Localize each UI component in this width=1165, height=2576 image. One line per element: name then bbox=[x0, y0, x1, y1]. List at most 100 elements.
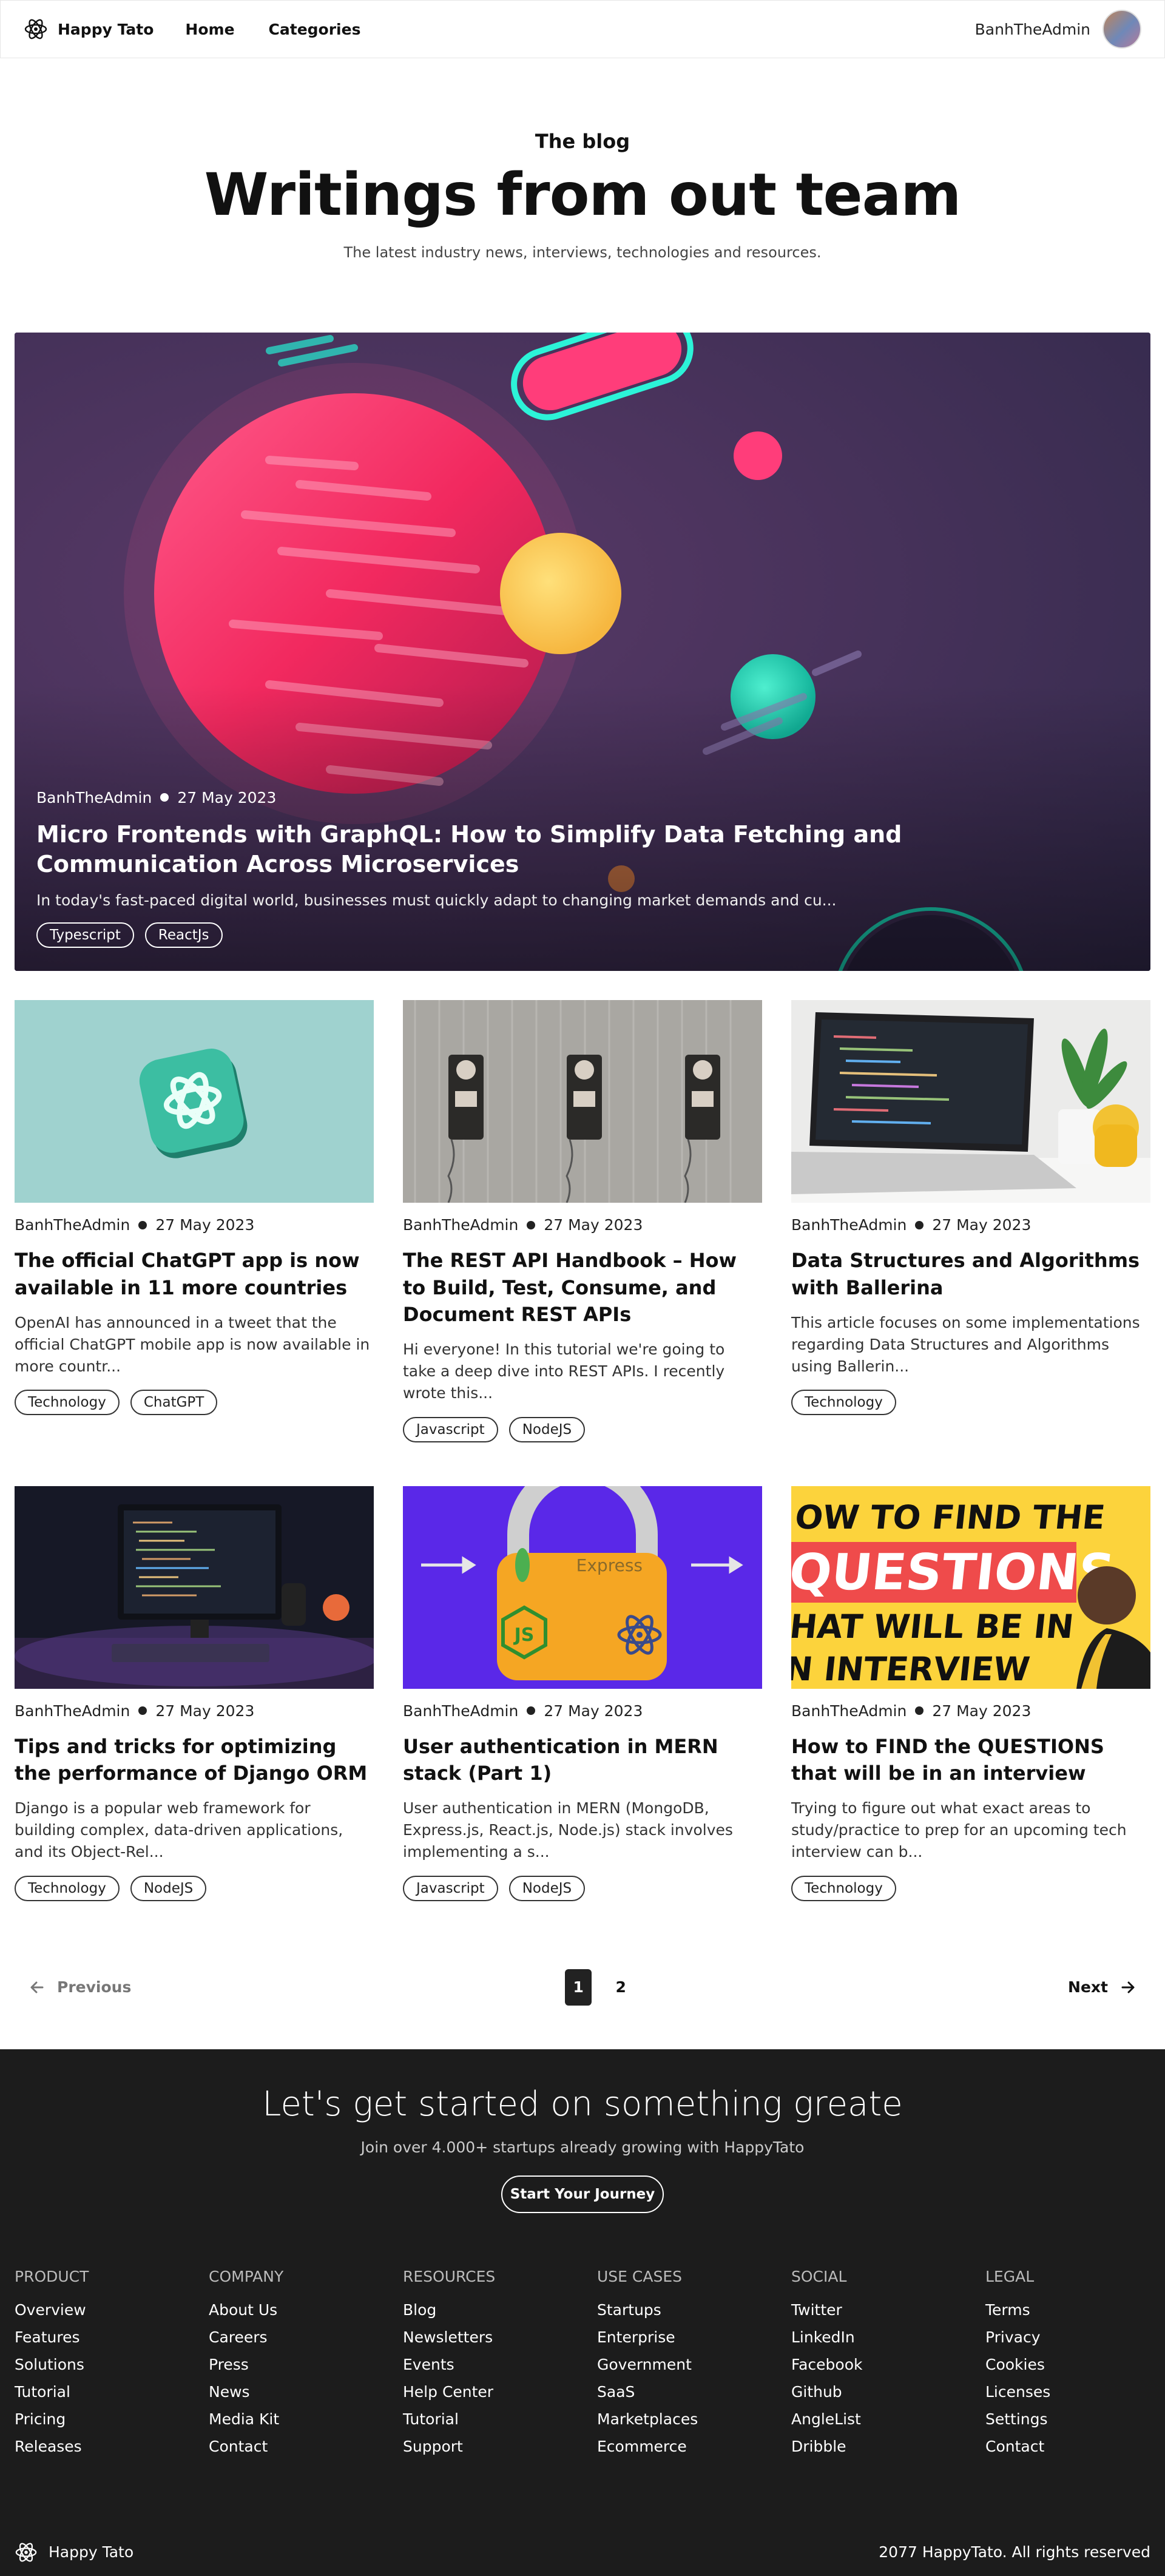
tag-nodejs[interactable]: NodeJS bbox=[508, 1416, 586, 1442]
tag-reactjs[interactable]: ReactJs bbox=[144, 922, 223, 948]
post-thumbnail[interactable] bbox=[15, 1486, 374, 1689]
footer-link-support[interactable]: Support bbox=[403, 2433, 597, 2460]
tag-chatgpt[interactable]: ChatGPT bbox=[130, 1390, 218, 1416]
laptop-code-image bbox=[791, 1000, 1150, 1203]
next-page-button[interactable]: Next bbox=[1068, 1978, 1136, 1996]
footer-column-resources: RESOURCES Blog Newsletters Events Help C… bbox=[403, 2268, 597, 2460]
post-date: 27 May 2023 bbox=[932, 1702, 1032, 1720]
footer-link-privacy[interactable]: Privacy bbox=[985, 2324, 1165, 2351]
footer-link-tutorial[interactable]: Tutorial bbox=[15, 2378, 209, 2405]
footer-column-use-cases: USE CASES Startups Enterprise Government… bbox=[597, 2268, 791, 2460]
tag-technology[interactable]: Technology bbox=[791, 1875, 896, 1901]
hero-subtitle: The latest industry news, interviews, te… bbox=[343, 244, 822, 262]
pagination: Previous 1 2 Next bbox=[15, 1969, 1150, 2006]
page-numbers: 1 2 bbox=[565, 1969, 634, 2006]
post-card[interactable]: BanhTheAdmin 27 May 2023 The official Ch… bbox=[15, 1000, 374, 1442]
footer-link-contact[interactable]: Contact bbox=[209, 2433, 403, 2460]
footer-link-saas[interactable]: SaaS bbox=[597, 2378, 791, 2405]
payphones-image bbox=[403, 1000, 762, 1203]
post-thumbnail[interactable] bbox=[791, 1000, 1150, 1203]
footer-link-anglelist[interactable]: AngleList bbox=[791, 2405, 985, 2433]
tag-technology[interactable]: Technology bbox=[791, 1390, 896, 1416]
footer-link-ecommerce[interactable]: Ecommerce bbox=[597, 2433, 791, 2460]
footer-link-github[interactable]: Github bbox=[791, 2378, 985, 2405]
thumb-line-4: N INTERVIEW bbox=[791, 1650, 1032, 1688]
header-left: Happy Tato Home Categories bbox=[24, 17, 394, 41]
post-title[interactable]: Tips and tricks for optimizing the perfo… bbox=[15, 1733, 374, 1787]
post-title[interactable]: Data Structures and Algorithms with Ball… bbox=[791, 1247, 1150, 1300]
express-label: Express bbox=[576, 1555, 643, 1575]
post-title[interactable]: How to FIND the QUESTIONS that will be i… bbox=[791, 1733, 1150, 1787]
post-excerpt: Trying to figure out what exact areas to… bbox=[791, 1799, 1127, 1861]
footer-link-overview[interactable]: Overview bbox=[15, 2296, 209, 2324]
footer-brand-link[interactable]: Happy Tato bbox=[15, 2541, 133, 2564]
tag-javascript[interactable]: Javascript bbox=[403, 1416, 498, 1442]
footer-link-about-us[interactable]: About Us bbox=[209, 2296, 403, 2324]
footer-link-terms[interactable]: Terms bbox=[985, 2296, 1165, 2324]
footer-link-releases[interactable]: Releases bbox=[15, 2433, 209, 2460]
thumb-line-2: QUESTIONS bbox=[791, 1544, 1117, 1601]
featured-title[interactable]: Micro Frontends with GraphQL: How to Sim… bbox=[36, 820, 1080, 880]
featured-content: BanhTheAdmin 27 May 2023 Micro Frontends… bbox=[36, 789, 1129, 948]
user-menu[interactable]: BanhTheAdmin bbox=[975, 10, 1141, 49]
post-title[interactable]: User authentication in MERN stack (Part … bbox=[403, 1733, 762, 1787]
footer-link-contact[interactable]: Contact bbox=[985, 2433, 1165, 2460]
footer-link-government[interactable]: Government bbox=[597, 2351, 791, 2378]
footer-link-dribble[interactable]: Dribble bbox=[791, 2433, 985, 2460]
tag-javascript[interactable]: Javascript bbox=[403, 1875, 498, 1901]
footer-link-tutorial[interactable]: Tutorial bbox=[403, 2405, 597, 2433]
previous-page-button[interactable]: Previous bbox=[29, 1978, 131, 1996]
post-card[interactable]: Express JS BanhTheAdmin 27 May 2023 User… bbox=[403, 1486, 762, 1901]
post-title[interactable]: The REST API Handbook – How to Build, Te… bbox=[403, 1247, 762, 1327]
footer-link-blog[interactable]: Blog bbox=[403, 2296, 597, 2324]
start-journey-button[interactable]: Start Your Journey bbox=[501, 2175, 664, 2213]
featured-post[interactable]: BanhTheAdmin 27 May 2023 Micro Frontends… bbox=[15, 333, 1150, 972]
footer-link-facebook[interactable]: Facebook bbox=[791, 2351, 985, 2378]
avatar[interactable] bbox=[1103, 10, 1141, 49]
post-card[interactable]: BanhTheAdmin 27 May 2023 The REST API Ha… bbox=[403, 1000, 762, 1442]
footer-link-help-center[interactable]: Help Center bbox=[403, 2378, 597, 2405]
tag-technology[interactable]: Technology bbox=[15, 1390, 120, 1416]
tag-technology[interactable]: Technology bbox=[15, 1875, 120, 1901]
meta-dot bbox=[527, 1220, 536, 1229]
footer-link-newsletters[interactable]: Newsletters bbox=[403, 2324, 597, 2351]
nav-categories[interactable]: Categories bbox=[269, 21, 361, 38]
footer-link-startups[interactable]: Startups bbox=[597, 2296, 791, 2324]
post-thumbnail[interactable]: Express JS bbox=[403, 1486, 762, 1689]
meta-dot bbox=[138, 1220, 147, 1229]
tag-typescript[interactable]: Typescript bbox=[36, 922, 134, 948]
footer-brand-name: Happy Tato bbox=[49, 2543, 134, 2561]
footer-link-marketplaces[interactable]: Marketplaces bbox=[597, 2405, 791, 2433]
footer-link-solutions[interactable]: Solutions bbox=[15, 2351, 209, 2378]
post-card[interactable]: OW TO FIND THE QUESTIONS HAT WILL BE IN … bbox=[791, 1486, 1150, 1901]
post-thumbnail[interactable]: OW TO FIND THE QUESTIONS HAT WILL BE IN … bbox=[791, 1486, 1150, 1689]
tag-nodejs[interactable]: NodeJS bbox=[508, 1875, 586, 1901]
footer-link-press[interactable]: Press bbox=[209, 2351, 403, 2378]
cta-title: Let's get started on something greate bbox=[262, 2084, 903, 2124]
footer-link-features[interactable]: Features bbox=[15, 2324, 209, 2351]
post-thumbnail[interactable] bbox=[403, 1000, 762, 1203]
footer-link-news[interactable]: News bbox=[209, 2378, 403, 2405]
footer-link-events[interactable]: Events bbox=[403, 2351, 597, 2378]
footer-bottom: Happy Tato 2077 HappyTato. All rights re… bbox=[15, 2541, 1150, 2564]
footer-link-careers[interactable]: Careers bbox=[209, 2324, 403, 2351]
footer-column-legal: LEGAL Terms Privacy Cookies Licenses Set… bbox=[985, 2268, 1165, 2460]
footer-link-enterprise[interactable]: Enterprise bbox=[597, 2324, 791, 2351]
page-1-button[interactable]: 1 bbox=[565, 1969, 592, 2006]
post-card[interactable]: BanhTheAdmin 27 May 2023 Data Structures… bbox=[791, 1000, 1150, 1442]
footer-link-media-kit[interactable]: Media Kit bbox=[209, 2405, 403, 2433]
page-2-button[interactable]: 2 bbox=[607, 1969, 634, 2006]
footer-link-cookies[interactable]: Cookies bbox=[985, 2351, 1165, 2378]
footer-link-twitter[interactable]: Twitter bbox=[791, 2296, 985, 2324]
nav-home[interactable]: Home bbox=[185, 21, 234, 38]
tag-nodejs[interactable]: NodeJS bbox=[130, 1875, 207, 1901]
brand-link[interactable]: Happy Tato bbox=[24, 17, 154, 41]
footer-link-pricing[interactable]: Pricing bbox=[15, 2405, 209, 2433]
footer-link-settings[interactable]: Settings bbox=[985, 2405, 1165, 2433]
footer-link-licenses[interactable]: Licenses bbox=[985, 2378, 1165, 2405]
footer-link-linkedin[interactable]: LinkedIn bbox=[791, 2324, 985, 2351]
monitor-desk-image bbox=[15, 1486, 374, 1689]
post-card[interactable]: BanhTheAdmin 27 May 2023 Tips and tricks… bbox=[15, 1486, 374, 1901]
post-title[interactable]: The official ChatGPT app is now availabl… bbox=[15, 1247, 374, 1300]
post-thumbnail[interactable] bbox=[15, 1000, 374, 1203]
